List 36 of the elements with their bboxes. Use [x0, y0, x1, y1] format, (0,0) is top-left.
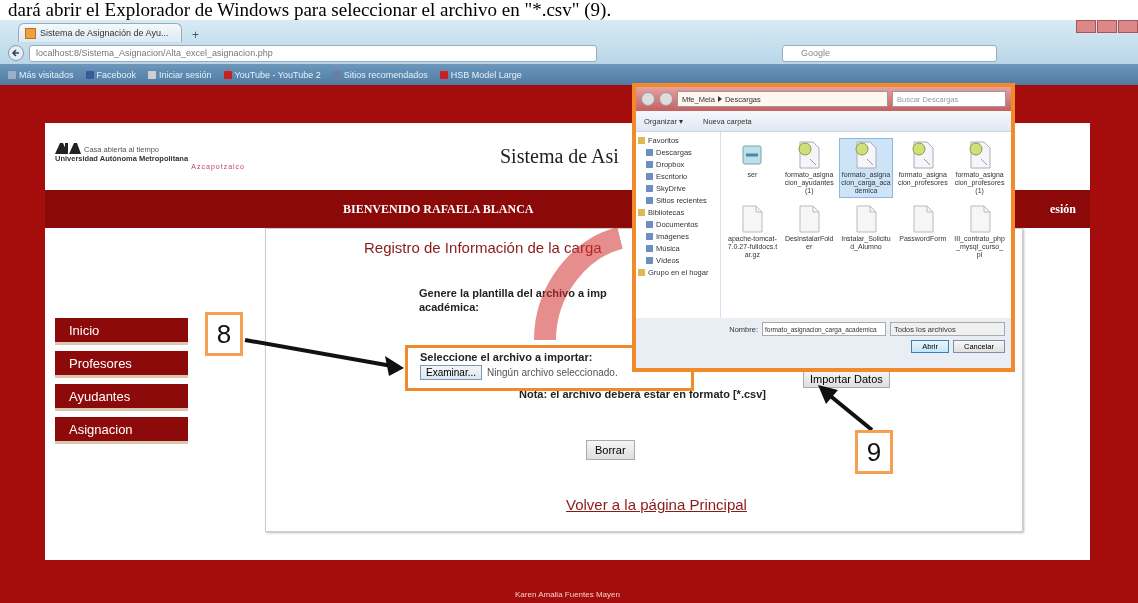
welcome-text: BIENVENIDO RAFAELA BLANCA	[343, 201, 534, 217]
spreadsheet-file-icon	[797, 141, 822, 169]
file-icon	[910, 205, 935, 233]
menu-button[interactable]: Asignacion	[55, 417, 188, 444]
file-icon	[854, 205, 878, 233]
file-status-text: Ningún archivo seleccionado.	[487, 367, 618, 378]
browse-button[interactable]: Examinar...	[420, 365, 483, 380]
step-number-label: 8	[205, 312, 243, 356]
page-title: Sistema de Asi	[500, 145, 619, 168]
logout-link[interactable]: esión	[1050, 201, 1076, 217]
close-button[interactable]	[1118, 20, 1138, 33]
maximize-button[interactable]	[1097, 20, 1117, 33]
clear-button[interactable]: Borrar	[586, 440, 635, 460]
menu-button[interactable]: Ayudantes	[55, 384, 188, 411]
file-select-label: Seleccione el archivo a importar:	[420, 351, 594, 363]
menu-button[interactable]: Inicio	[55, 318, 188, 345]
file-icon	[797, 205, 822, 233]
file-icon	[740, 205, 765, 233]
address-field[interactable]: localhost:8/Sistema_Asignacion/Alta_excel_asignacion.php	[29, 44, 597, 62]
chevron-icon	[717, 96, 722, 102]
step-number-label: 9	[855, 430, 893, 474]
new-tab-button[interactable]: +	[186, 28, 205, 42]
browser-tab[interactable]: Sistema de Asignación de Ayu...	[18, 23, 182, 42]
arrow	[818, 385, 874, 432]
footer-text: Karen Amalia Fuentes Mayen	[514, 590, 621, 599]
menu-button[interactable]: Profesores	[55, 351, 188, 378]
spreadsheet-file-icon	[967, 141, 992, 169]
search-field[interactable]: Google	[782, 44, 997, 62]
university-logo-icon	[55, 143, 81, 154]
spreadsheet-file-icon	[910, 141, 935, 169]
minimize-button[interactable]	[1076, 20, 1096, 33]
spreadsheet-file-icon	[854, 141, 878, 169]
home-link[interactable]: Volver a la página Principal	[566, 496, 747, 513]
back-icon[interactable]	[8, 45, 24, 61]
file-icon	[967, 205, 992, 233]
document-text: dará abrir el Explorador de Windows para seleccionar el archivo en "*.csv" (9).	[7, 0, 613, 20]
